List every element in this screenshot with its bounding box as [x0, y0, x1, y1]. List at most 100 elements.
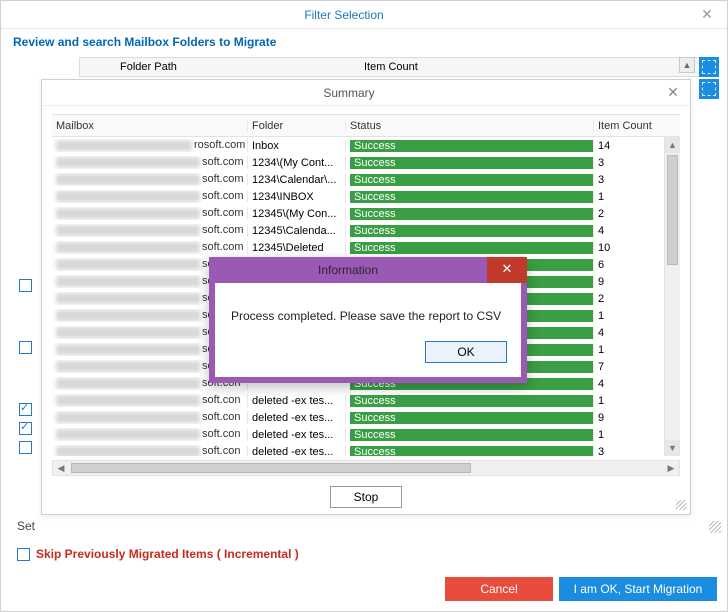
table-row[interactable]: soft.com1234\(My Cont...Success3 — [52, 154, 664, 171]
cell-count: 2 — [594, 293, 656, 305]
cell-count: 9 — [594, 276, 656, 288]
cell-folder: 12345\Deleted — [248, 242, 346, 254]
close-icon[interactable]: ✕ — [687, 6, 727, 23]
cell-count: 4 — [594, 225, 656, 237]
cell-status: Success — [346, 395, 594, 407]
cell-folder: 1234\(My Cont... — [248, 157, 346, 169]
cell-count: 6 — [594, 259, 656, 271]
cell-count: 1 — [594, 310, 656, 322]
titlebar: Filter Selection ✕ — [1, 1, 727, 29]
summary-titlebar: Summary ✕ — [42, 80, 690, 106]
cell-count: 1 — [594, 191, 656, 203]
table-row[interactable]: soft.condeleted -ex tes...Success3 — [52, 443, 664, 456]
summary-title: Summary — [42, 86, 656, 100]
hscroll-thumb[interactable] — [71, 463, 471, 473]
info-titlebar: Information ✕ — [209, 257, 527, 283]
table-row[interactable]: soft.com1234\INBOXSuccess1 — [52, 188, 664, 205]
cell-mailbox: soft.com — [52, 173, 248, 185]
cell-count: 2 — [594, 208, 656, 220]
col-item-count: Item Count — [364, 61, 710, 73]
cell-mailbox: soft.con — [52, 394, 248, 406]
deselect-all-icon[interactable] — [699, 79, 719, 99]
table-row[interactable]: rosoft.comInboxSuccess14 — [52, 137, 664, 154]
button-row: Cancel I am OK, Start Migration — [445, 577, 717, 601]
table-row[interactable]: soft.com12345\DeletedSuccess10 — [52, 239, 664, 256]
cell-mailbox: soft.com — [52, 156, 248, 168]
cell-mailbox: soft.con — [52, 428, 248, 440]
cell-status: Success — [346, 140, 594, 152]
window-title: Filter Selection — [1, 8, 687, 22]
horizontal-scrollbar[interactable]: ◀ ▶ — [52, 460, 680, 476]
cancel-button[interactable]: Cancel — [445, 577, 553, 601]
cell-folder: 12345\Calenda... — [248, 225, 346, 237]
filter-checkbox-2[interactable] — [19, 403, 32, 416]
skip-label: Skip Previously Migrated Items ( Increme… — [36, 547, 299, 561]
cell-mailbox: soft.com — [52, 224, 248, 236]
info-close-icon[interactable]: ✕ — [487, 257, 527, 283]
summary-close-icon[interactable]: ✕ — [656, 84, 690, 101]
table-row[interactable]: soft.condeleted -ex tes...Success1 — [52, 426, 664, 443]
ok-button[interactable]: OK — [425, 341, 507, 363]
left-checkbox-column — [19, 279, 35, 454]
cell-status: Success — [346, 242, 594, 254]
cell-mailbox: soft.com — [52, 207, 248, 219]
scroll-thumb[interactable] — [667, 155, 678, 265]
cell-count: 4 — [594, 378, 656, 390]
table-row[interactable]: soft.condeleted -ex tes...Success9 — [52, 409, 664, 426]
cell-mailbox: rosoft.com — [52, 139, 248, 151]
filter-checkbox-4[interactable] — [19, 441, 32, 454]
select-all-icon[interactable] — [699, 57, 719, 77]
info-footer: OK — [215, 331, 521, 377]
table-row[interactable]: soft.com12345\(My Con...Success2 — [52, 205, 664, 222]
table-row[interactable]: soft.com12345\Calenda...Success4 — [52, 222, 664, 239]
cell-status: Success — [346, 412, 594, 424]
stop-button[interactable]: Stop — [330, 486, 402, 508]
grid-header: Mailbox Folder Status Item Count — [52, 115, 680, 137]
cell-count: 3 — [594, 174, 656, 186]
header-status[interactable]: Status — [346, 120, 594, 132]
cell-count: 7 — [594, 361, 656, 373]
cell-count: 1 — [594, 344, 656, 356]
scroll-up-arrow-icon[interactable]: ▲ — [665, 137, 680, 153]
cell-folder: deleted -ex tes... — [248, 446, 346, 457]
cell-folder: deleted -ex tes... — [248, 412, 346, 424]
cell-folder: 12345\(My Con... — [248, 208, 346, 220]
filter-checkbox-3[interactable] — [19, 422, 32, 435]
cell-folder: 1234\INBOX — [248, 191, 346, 203]
cell-count: 1 — [594, 395, 656, 407]
cell-count: 10 — [594, 242, 656, 254]
col-folder-path: Folder Path — [80, 61, 364, 73]
information-dialog: Information ✕ Process completed. Please … — [209, 257, 527, 383]
header-count[interactable]: Item Count — [594, 120, 656, 132]
cell-status: Success — [346, 191, 594, 203]
scroll-right-arrow-icon[interactable]: ▶ — [663, 463, 679, 474]
folder-table-header: Folder Path Item Count — [79, 57, 711, 77]
cell-count: 9 — [594, 412, 656, 424]
start-migration-button[interactable]: I am OK, Start Migration — [559, 577, 717, 601]
filter-checkbox-1[interactable] — [19, 341, 32, 354]
table-row[interactable]: soft.condeleted -ex tes...Success1 — [52, 392, 664, 409]
skip-checkbox[interactable] — [17, 548, 30, 561]
header-mailbox[interactable]: Mailbox — [52, 120, 248, 132]
cell-mailbox: soft.con — [52, 411, 248, 423]
cell-mailbox: soft.con — [52, 445, 248, 456]
cell-folder: Inbox — [248, 140, 346, 152]
header-folder[interactable]: Folder — [248, 120, 346, 132]
resize-grip-icon[interactable] — [709, 521, 721, 533]
scroll-down-arrow-icon[interactable]: ▼ — [665, 440, 680, 456]
cell-status: Success — [346, 446, 594, 457]
cell-folder: deleted -ex tes... — [248, 429, 346, 441]
info-title: Information — [209, 263, 487, 277]
cell-status: Success — [346, 174, 594, 186]
filter-selection-window: Filter Selection ✕ Review and search Mai… — [0, 0, 728, 612]
cell-folder: deleted -ex tes... — [248, 395, 346, 407]
cell-count: 1 — [594, 429, 656, 441]
filter-checkbox-0[interactable] — [19, 279, 32, 292]
summary-resize-grip-icon[interactable] — [676, 500, 686, 510]
table-row[interactable]: soft.com1234\Calendar\...Success3 — [52, 171, 664, 188]
vertical-scrollbar[interactable]: ▲ ▼ — [664, 137, 680, 456]
cell-count: 3 — [594, 157, 656, 169]
cell-count: 3 — [594, 446, 656, 457]
scroll-up-icon[interactable]: ▲ — [679, 57, 695, 73]
scroll-left-arrow-icon[interactable]: ◀ — [53, 463, 69, 474]
